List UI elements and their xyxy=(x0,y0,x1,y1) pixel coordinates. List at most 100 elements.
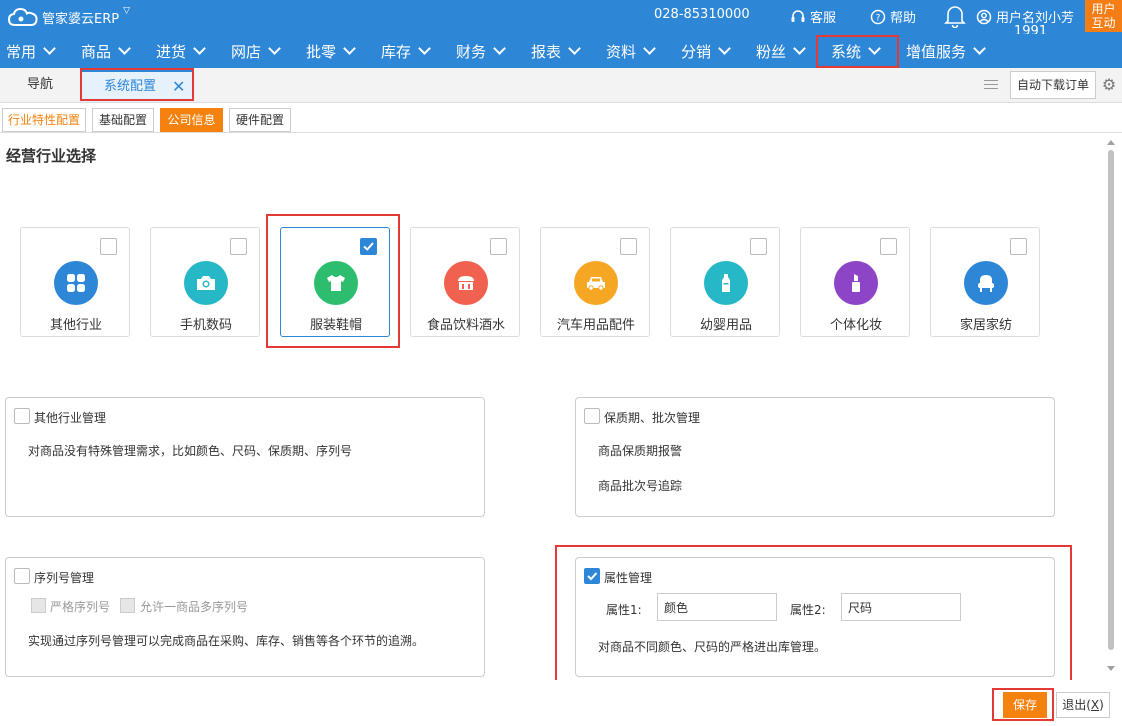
industry-checkbox[interactable] xyxy=(100,238,117,255)
scroll-up-icon[interactable] xyxy=(1107,140,1115,145)
chevron-down-icon xyxy=(793,41,806,55)
user-icon xyxy=(976,9,992,24)
menu-item-distribution[interactable]: 分销 xyxy=(681,34,731,68)
industry-label: 食品饮料酒水 xyxy=(426,318,505,333)
industry-card-cosmetics[interactable]: 个体化妆 xyxy=(800,227,910,337)
industry-card-digital[interactable]: 手机数码 xyxy=(150,227,260,337)
logo[interactable]: 管家婆云ERP ▽ xyxy=(8,6,130,28)
phone-number: 028-85310000 xyxy=(654,7,750,22)
apps-icon xyxy=(54,261,98,305)
chevron-down-icon xyxy=(268,41,281,55)
menu-label: 资料 xyxy=(606,42,637,61)
badge-line1: 用户 xyxy=(1091,2,1116,16)
notification-button[interactable] xyxy=(944,4,966,28)
exit-button[interactable]: 退出(X) xyxy=(1056,692,1110,718)
chevron-down-icon xyxy=(493,41,506,55)
service-label: 客服 xyxy=(810,11,837,26)
menu-item-reports[interactable]: 报表 xyxy=(531,34,581,68)
industry-card-baby[interactable]: 幼婴用品 xyxy=(670,227,780,337)
industry-checkbox[interactable] xyxy=(750,238,767,255)
help-link[interactable]: ? 帮助 xyxy=(870,7,916,26)
chevron-down-icon[interactable]: ▽ xyxy=(123,6,130,16)
industry-card-food[interactable]: 食品饮料酒水 xyxy=(410,227,520,337)
menu-label: 商品 xyxy=(81,42,112,61)
industry-checkbox[interactable] xyxy=(1010,238,1027,255)
menu-label: 库存 xyxy=(381,42,412,61)
serial-number-checkbox[interactable] xyxy=(14,568,30,584)
industry-label: 汽车用品配件 xyxy=(556,318,635,333)
scroll-down-icon[interactable] xyxy=(1107,666,1115,671)
auto-download-orders-button[interactable]: 自动下载订单 xyxy=(1010,71,1096,99)
menu-label: 常用 xyxy=(6,42,37,61)
strict-serial-label: 严格序列号 xyxy=(50,600,111,614)
menu-item-finance[interactable]: 财务 xyxy=(456,34,506,68)
shelf-life-checkbox[interactable] xyxy=(584,408,600,424)
scroll-thumb[interactable] xyxy=(1108,150,1114,650)
menu-item-common[interactable]: 常用 xyxy=(6,34,56,68)
menu-label: 分销 xyxy=(681,42,712,61)
menu-label: 报表 xyxy=(531,42,562,61)
industry-checkbox[interactable] xyxy=(880,238,897,255)
menu-item-retail[interactable]: 批零 xyxy=(306,34,356,68)
menu-item-value-added[interactable]: 增值服务 xyxy=(906,34,986,68)
main-menu: 常用 商品 进货 网店 批零 库存 财务 报表 资料 分销 粉丝 系统 增值服务 xyxy=(0,34,1122,68)
subtab-industry-features[interactable]: 行业特性配置 xyxy=(2,108,86,132)
menu-item-inventory[interactable]: 库存 xyxy=(381,34,431,68)
industry-label: 其他行业 xyxy=(49,318,102,333)
chevron-down-icon xyxy=(568,41,581,55)
exit-shortcut-key: X xyxy=(1090,698,1100,712)
list-icon[interactable] xyxy=(980,77,1004,95)
industry-card-auto[interactable]: 汽车用品配件 xyxy=(540,227,650,337)
panel-other-industry: 其他行业管理 对商品没有特殊管理需求，比如颜色、尺码、保质期、序列号 xyxy=(5,397,485,517)
headset-icon xyxy=(791,9,805,22)
menu-item-online-store[interactable]: 网店 xyxy=(231,34,281,68)
menu-label: 粉丝 xyxy=(756,42,787,61)
bell-icon xyxy=(944,6,966,28)
user-interaction-badge[interactable]: 用户 互动 xyxy=(1085,0,1122,32)
highlight-box-attribute-panel xyxy=(555,545,1072,683)
other-industry-checkbox[interactable] xyxy=(14,408,30,424)
industry-checkbox[interactable] xyxy=(620,238,637,255)
exit-label: 退出( xyxy=(1062,698,1091,712)
multi-serial-label: 允许一商品多序列号 xyxy=(140,600,249,614)
menu-label: 批零 xyxy=(306,42,337,61)
highlight-box-current-tab xyxy=(80,68,194,101)
help-icon: ? xyxy=(870,9,886,24)
svg-text:?: ? xyxy=(876,13,881,23)
industry-card-home[interactable]: 家居家纺 xyxy=(930,227,1040,337)
industry-checkbox[interactable] xyxy=(490,238,507,255)
panel-title: 序列号管理 xyxy=(34,571,95,585)
exit-label-close: ) xyxy=(1099,698,1104,712)
menu-item-fans[interactable]: 粉丝 xyxy=(756,34,806,68)
batch-tracking-text: 商品批次号追踪 xyxy=(598,479,683,493)
vertical-scrollbar[interactable] xyxy=(1106,140,1116,674)
footer-bar xyxy=(0,680,1122,726)
menu-item-goods[interactable]: 商品 xyxy=(81,34,131,68)
subtab-company-info[interactable]: 公司信息 xyxy=(160,108,223,132)
gear-icon[interactable]: ⚙ xyxy=(1098,74,1120,96)
highlight-box-apparel-card xyxy=(266,214,400,348)
subtab-hardware-config[interactable]: 硬件配置 xyxy=(229,108,291,132)
menu-item-data[interactable]: 资料 xyxy=(606,34,656,68)
subtab-basic-config[interactable]: 基础配置 xyxy=(92,108,154,132)
chevron-down-icon xyxy=(193,41,206,55)
menu-item-purchase[interactable]: 进货 xyxy=(156,34,206,68)
section-title: 经营行业选择 xyxy=(6,147,97,165)
logo-text: 管家婆云ERP xyxy=(42,11,120,27)
strict-serial-checkbox[interactable] xyxy=(31,598,46,613)
menu-label: 财务 xyxy=(456,42,487,61)
multi-serial-checkbox[interactable] xyxy=(120,598,135,613)
tab-navigation[interactable]: 导航 xyxy=(0,68,80,102)
car-icon xyxy=(574,261,618,305)
industry-card-other[interactable]: 其他行业 xyxy=(20,227,130,337)
top-bar: 管家婆云ERP ▽ 028-85310000 客服 ? 帮助 用户名刘小芳 19… xyxy=(0,0,1122,39)
panel-shelf-life-batch: 保质期、批次管理 商品保质期报警 商品批次号追踪 xyxy=(575,397,1055,517)
cloud-logo-icon xyxy=(8,7,38,26)
service-link[interactable]: 客服 xyxy=(790,7,836,26)
camera-icon xyxy=(184,261,228,305)
help-label: 帮助 xyxy=(890,11,917,26)
menu-label: 增值服务 xyxy=(906,42,967,61)
highlight-box-save-button xyxy=(992,688,1054,721)
panel-description: 实现通过序列号管理可以完成商品在采购、库存、销售等各个环节的追溯。 xyxy=(28,634,425,648)
industry-checkbox[interactable] xyxy=(230,238,247,255)
